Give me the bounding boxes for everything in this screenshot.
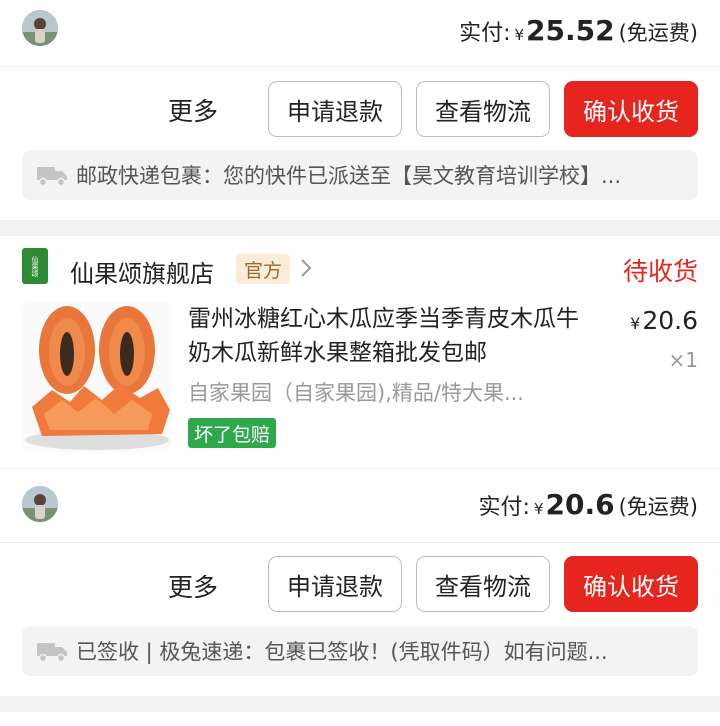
product-guarantee-tag: 坏了包赔 bbox=[188, 418, 277, 448]
shipping-note: (免运费) bbox=[618, 21, 698, 45]
product-title[interactable]: 雷州冰糖红心木瓜应季当季青皮木瓜牛奶木瓜新鲜水果整箱批发包邮 bbox=[188, 302, 598, 370]
store-logo-text: 仙果颂 bbox=[31, 255, 39, 277]
currency-symbol: ¥ bbox=[533, 500, 544, 518]
currency-symbol: ¥ bbox=[630, 314, 641, 333]
paid-label: 实付: bbox=[459, 21, 511, 46]
paid-value: 20.6 bbox=[545, 488, 615, 521]
paid-label: 实付: bbox=[478, 495, 530, 520]
order-card-3 bbox=[0, 712, 720, 726]
confirm-receipt-button[interactable]: 确认收货 bbox=[564, 81, 698, 137]
tracking-info[interactable]: 已签收 | 极兔速递：包裹已签收！(凭取件码）如有问题... bbox=[22, 626, 698, 676]
avatar[interactable] bbox=[22, 486, 58, 522]
view-logistics-button[interactable]: 查看物流 bbox=[416, 81, 550, 137]
product-quantity: ×1 bbox=[668, 348, 698, 372]
refund-button[interactable]: 申请退款 bbox=[268, 556, 402, 612]
paid-amount: 实付: ¥ 20.6 (免运费) bbox=[479, 488, 698, 521]
refund-button[interactable]: 申请退款 bbox=[268, 81, 402, 137]
chevron-right-icon[interactable] bbox=[300, 258, 312, 278]
tracking-text: 已签收 | 极兔速递：包裹已签收！(凭取件码）如有问题... bbox=[76, 640, 608, 664]
view-logistics-button[interactable]: 查看物流 bbox=[416, 556, 550, 612]
divider bbox=[0, 468, 720, 469]
order-card-1: 实付: ¥ 25.52 (免运费) 更多 申请退款 查看物流 确认收货 邮政快递… bbox=[0, 0, 720, 220]
truck-icon bbox=[37, 643, 67, 663]
paid-amount: 实付: ¥ 25.52 (免运费) bbox=[459, 14, 698, 47]
truck-icon bbox=[37, 167, 67, 187]
divider bbox=[0, 66, 720, 67]
product-price: ¥20.6 bbox=[630, 306, 698, 335]
order-list: 实付: ¥ 25.52 (免运费) 更多 申请退款 查看物流 确认收货 邮政快递… bbox=[0, 0, 720, 726]
product-sku: 自家果园（自家果园),精品/特大果... bbox=[188, 381, 524, 405]
official-badge: 官方 bbox=[236, 254, 290, 284]
product-image[interactable] bbox=[22, 302, 172, 452]
paid-value: 25.52 bbox=[526, 14, 615, 47]
more-button[interactable]: 更多 bbox=[168, 92, 218, 128]
divider bbox=[0, 542, 720, 543]
confirm-receipt-button[interactable]: 确认收货 bbox=[564, 556, 698, 612]
tracking-text: 邮政快递包裹：您的快件已派送至【昊文教育培训学校】... bbox=[76, 164, 622, 188]
price-value: 20.6 bbox=[642, 306, 698, 335]
shipping-note: (免运费) bbox=[618, 495, 698, 519]
avatar[interactable] bbox=[22, 10, 58, 46]
more-button[interactable]: 更多 bbox=[168, 568, 218, 604]
tracking-info[interactable]: 邮政快递包裹：您的快件已派送至【昊文教育培训学校】... bbox=[22, 150, 698, 200]
store-logo[interactable]: 仙果颂 bbox=[22, 248, 48, 284]
currency-symbol: ¥ bbox=[514, 26, 525, 44]
store-name[interactable]: 仙果颂旗舰店 bbox=[70, 254, 214, 289]
order-status: 待收货 bbox=[622, 257, 698, 286]
